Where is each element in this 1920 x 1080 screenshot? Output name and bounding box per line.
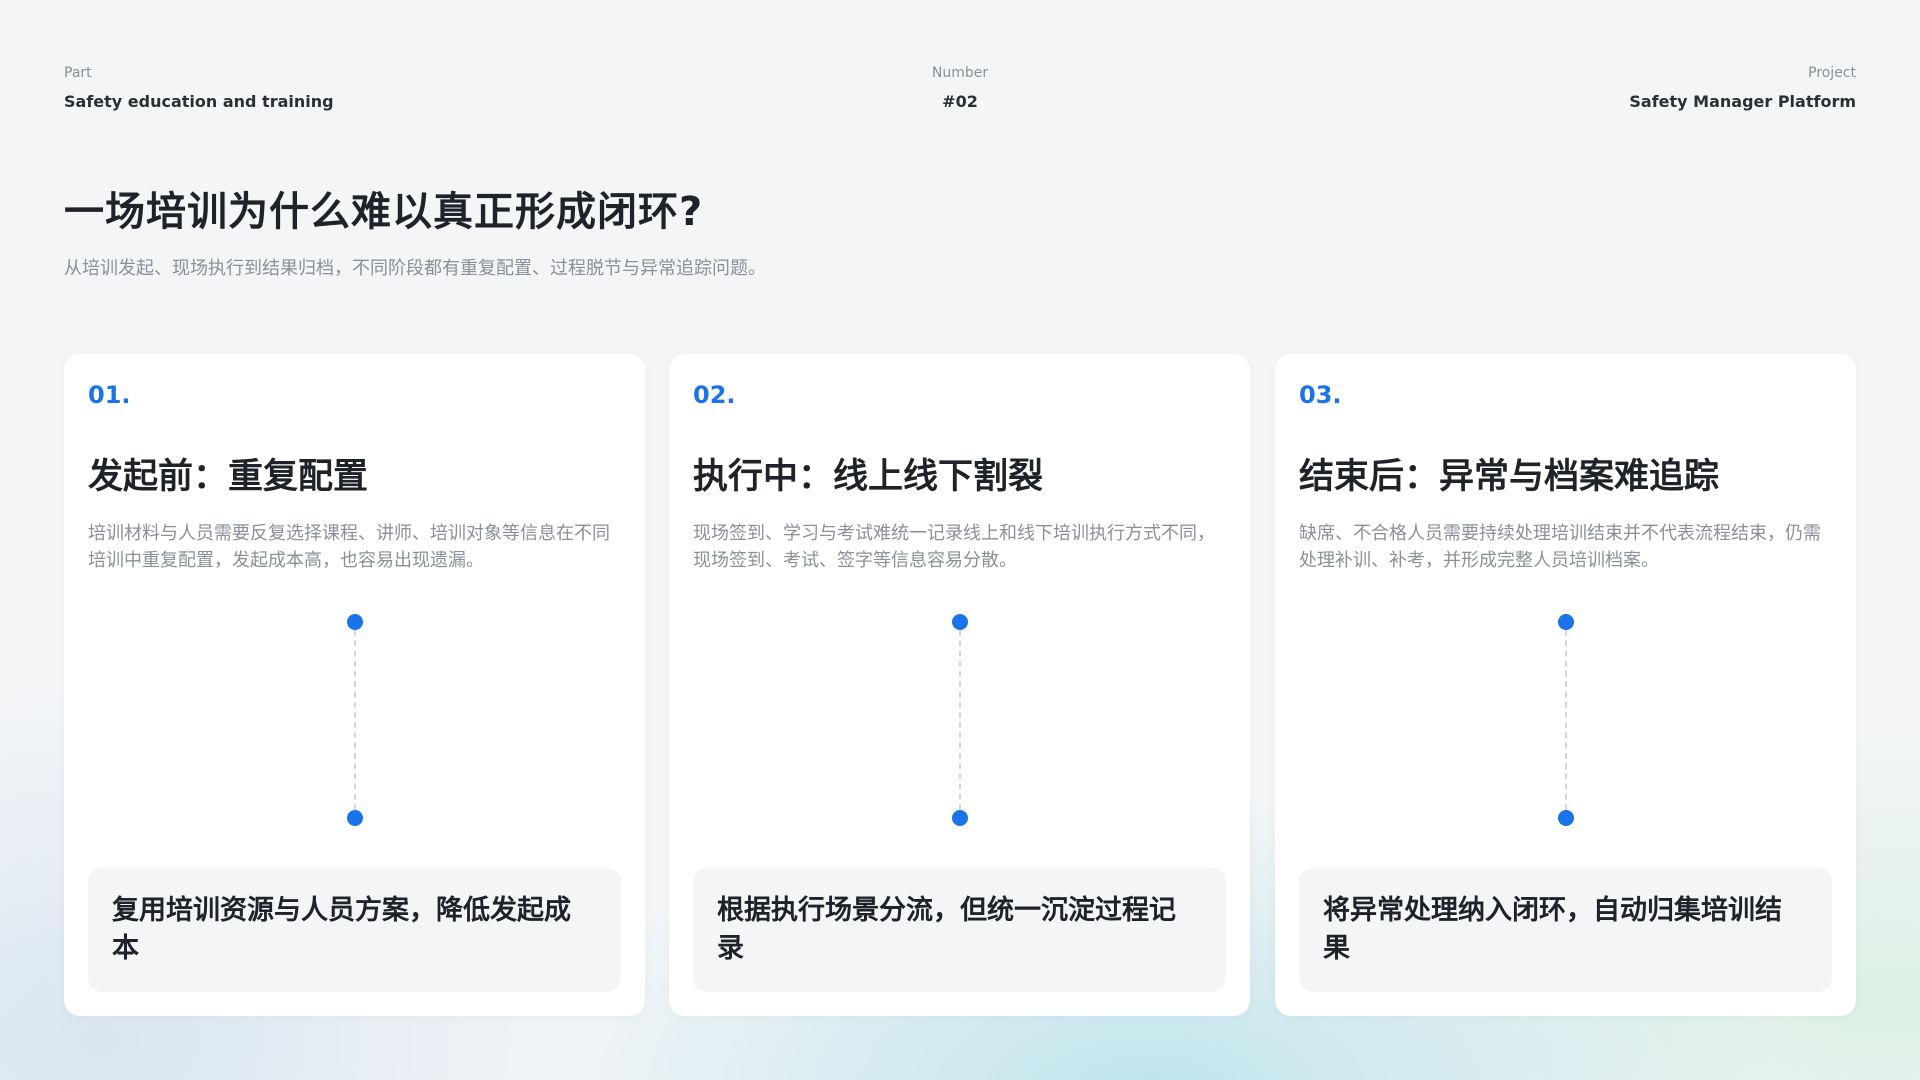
connector	[345, 614, 365, 826]
card-title: 发起前：重复配置	[88, 457, 369, 497]
meta-number-value: #02	[942, 92, 978, 111]
card-title: 执行中：线上线下割裂	[693, 457, 1044, 497]
card-solution-text: 将异常处理纳入闭环，自动归集培训结果	[1323, 895, 1782, 964]
connector-dot-bottom	[951, 810, 968, 826]
page-subtitle: 从培训发起、现场执行到结果归档，不同阶段都有重复配置、过程脱节与异常追踪问题。	[64, 258, 766, 279]
card-number: 01.	[88, 381, 131, 409]
card-number: 03.	[1299, 381, 1342, 409]
card-title: 结束后：异常与档案难追踪	[1299, 457, 1720, 497]
meta-header: Part Safety education and training Numbe…	[64, 64, 1856, 124]
connector-dashed-line	[353, 630, 356, 810]
meta-part: Part Safety education and training	[64, 64, 334, 112]
stage-card-during: 02. 执行中：线上线下割裂 现场签到、学习与考试难统一记录线上和线下培训执行方…	[669, 354, 1250, 1016]
card-solution-text: 根据执行场景分流，但统一沉淀过程记录	[717, 895, 1176, 964]
card-number: 02.	[693, 381, 736, 409]
meta-part-value: Safety education and training	[64, 92, 334, 111]
card-solution-text: 复用培训资源与人员方案，降低发起成本	[112, 895, 571, 964]
stage-cards: 01. 发起前：重复配置 培训材料与人员需要反复选择课程、讲师、培训对象等信息在…	[64, 354, 1856, 1016]
card-solution: 复用培训资源与人员方案，降低发起成本	[88, 868, 621, 992]
card-solution: 根据执行场景分流，但统一沉淀过程记录	[693, 868, 1226, 992]
connector-dashed-line	[1564, 630, 1567, 810]
card-description: 现场签到、学习与考试难统一记录线上和线下培训执行方式不同，现场签到、考试、签字等…	[693, 523, 1215, 571]
connector-dashed-line	[958, 630, 961, 810]
connector	[1556, 614, 1576, 826]
meta-project: Project Safety Manager Platform	[1629, 64, 1856, 112]
meta-project-value: Safety Manager Platform	[1629, 92, 1856, 111]
card-description: 培训材料与人员需要反复选择课程、讲师、培训对象等信息在不同培训中重复配置，发起成…	[88, 523, 610, 571]
card-solution: 将异常处理纳入闭环，自动归集培训结果	[1299, 868, 1832, 992]
meta-number: Number #02	[932, 64, 988, 112]
meta-number-label: Number	[931, 65, 989, 81]
page-title: 一场培训为什么难以真正形成闭环?	[64, 189, 704, 235]
connector-dot-top	[951, 614, 968, 630]
stage-card-after: 03. 结束后：异常与档案难追踪 缺席、不合格人员需要持续处理培训结束并不代表流…	[1275, 354, 1856, 1016]
connector-dot-top	[346, 614, 363, 630]
meta-project-label: Project	[1808, 65, 1856, 81]
card-description: 缺席、不合格人员需要持续处理培训结束并不代表流程结束，仍需处理补训、补考，并形成…	[1299, 523, 1821, 571]
meta-part-label: Part	[64, 65, 92, 81]
connector-dot-bottom	[1557, 810, 1574, 826]
connector-dot-top	[1557, 614, 1574, 630]
connector-dot-bottom	[346, 810, 363, 826]
stage-card-before: 01. 发起前：重复配置 培训材料与人员需要反复选择课程、讲师、培训对象等信息在…	[64, 354, 645, 1016]
connector	[950, 614, 970, 826]
